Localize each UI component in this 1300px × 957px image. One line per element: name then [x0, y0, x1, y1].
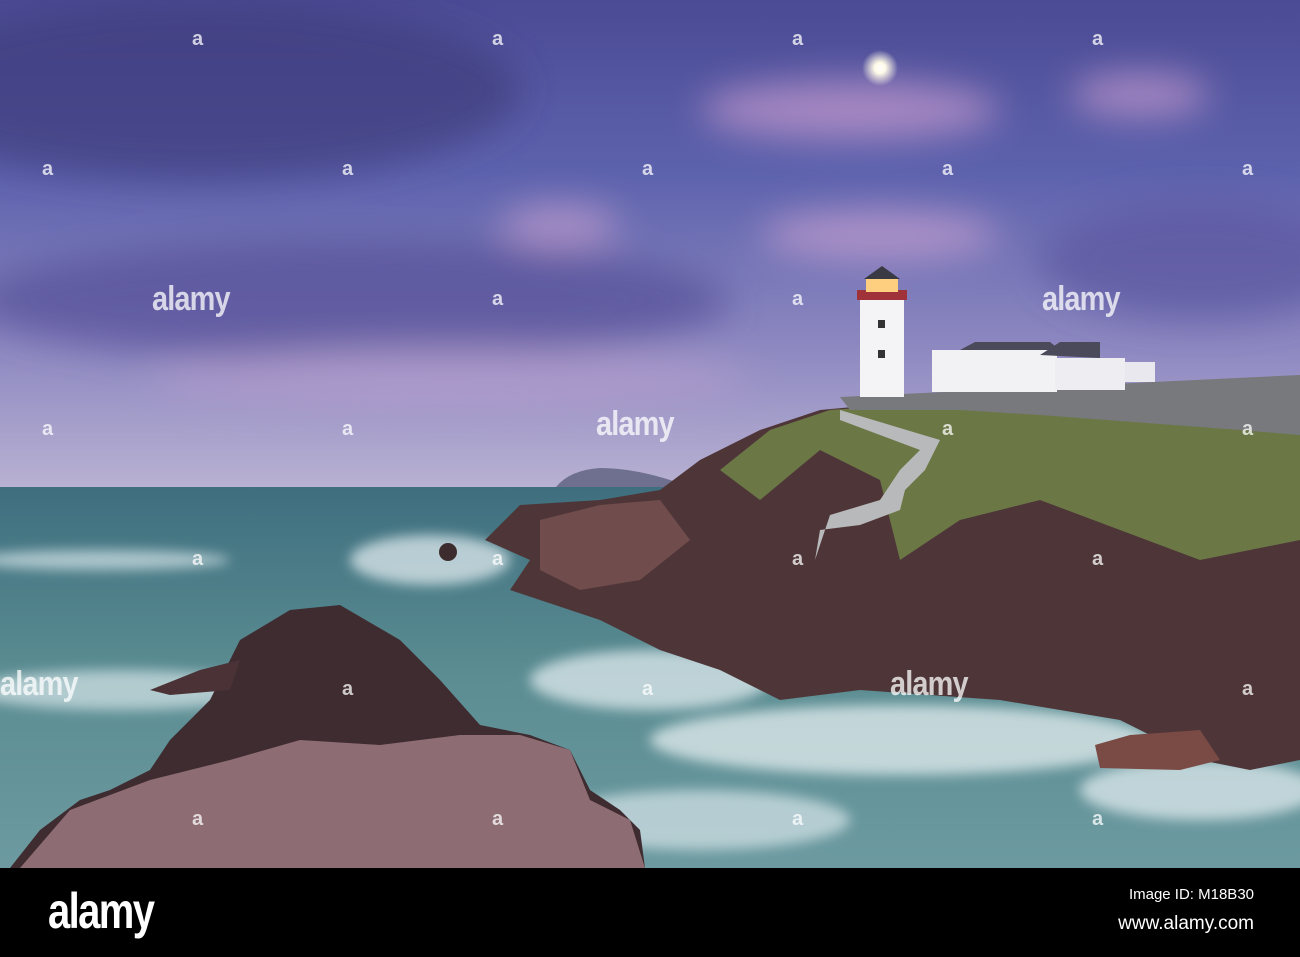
watermark-mark: a [942, 418, 954, 440]
lighthouse-tower [860, 300, 904, 397]
watermark-mark: a [1092, 808, 1104, 830]
watermark-mark: a [192, 808, 204, 830]
footer-bar: alamy Image ID: M18B30 www.alamy.com [0, 868, 1300, 957]
watermark-mark: a [1092, 548, 1104, 570]
watermark-mark: a [1242, 158, 1254, 180]
outbuilding [1125, 362, 1155, 382]
watermark-mark: a [42, 418, 54, 440]
watermark: alamy [0, 665, 79, 703]
watermark-mark: a [192, 28, 204, 50]
rock [439, 543, 457, 561]
image-id: Image ID: M18B30 [1128, 886, 1254, 903]
watermark-mark: a [492, 808, 504, 830]
moon [862, 50, 898, 86]
watermark: alamy [152, 280, 231, 318]
keepers-house [932, 350, 1057, 392]
lighthouse-lamp [866, 278, 898, 292]
watermark-mark: a [342, 158, 354, 180]
watermark-mark: a [942, 158, 954, 180]
watermark-mark: a [342, 418, 354, 440]
alamy-logo: alamy [48, 883, 155, 939]
watermark-mark: a [492, 288, 504, 310]
watermark-mark: a [642, 678, 654, 700]
watermark-mark: a [42, 158, 54, 180]
watermark: alamy [890, 665, 969, 703]
stock-photo-page: alamy alamy alamy alamy alamy a a a a a … [0, 0, 1300, 957]
site-url: www.alamy.com [1118, 913, 1254, 934]
watermark-mark: a [1242, 418, 1254, 440]
watermark-mark: a [792, 288, 804, 310]
watermark-mark: a [492, 28, 504, 50]
keepers-annex [1055, 358, 1125, 390]
window [878, 320, 885, 328]
watermark-mark: a [642, 158, 654, 180]
watermark: alamy [596, 405, 675, 443]
window [878, 350, 885, 358]
watermark-mark: a [492, 548, 504, 570]
watermark-mark: a [342, 678, 354, 700]
watermark-mark: a [792, 28, 804, 50]
watermark-mark: a [792, 808, 804, 830]
watermark-mark: a [1242, 678, 1254, 700]
watermark-mark: a [792, 548, 804, 570]
watermark-mark: a [1092, 28, 1104, 50]
watermark-mark: a [192, 548, 204, 570]
watermark: alamy [1042, 280, 1121, 318]
